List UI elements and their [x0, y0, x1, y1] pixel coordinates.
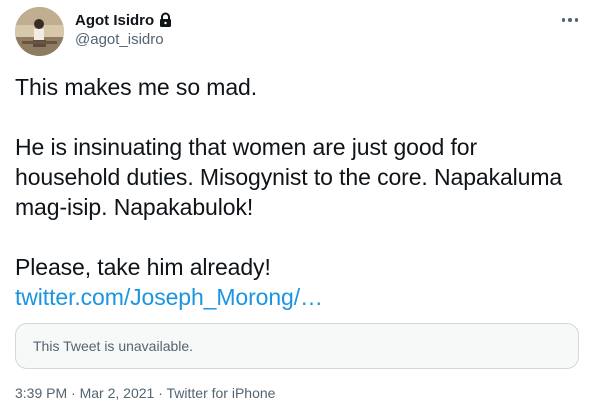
- author-info: Agot Isidro @agot_isidro: [75, 10, 173, 48]
- more-options-icon[interactable]: [558, 10, 582, 30]
- quoted-tweet-unavailable-text: This Tweet is unavailable.: [33, 338, 194, 354]
- tweet-date[interactable]: Mar 2, 2021: [80, 385, 155, 401]
- tweet-time[interactable]: 3:39 PM: [15, 385, 67, 401]
- author-display-name[interactable]: Agot Isidro: [75, 12, 154, 29]
- tweet-link[interactable]: twitter.com/Joseph_Morong/…: [15, 284, 323, 310]
- profile-photo-image: [15, 7, 64, 56]
- tweet-line-3: Please, take him already!: [15, 254, 271, 280]
- meta-separator: ·: [67, 385, 80, 401]
- tweet-source[interactable]: Twitter for iPhone: [167, 385, 276, 401]
- tweet-line-1: This makes me so mad.: [15, 74, 258, 100]
- author-handle[interactable]: @agot_isidro: [75, 31, 173, 48]
- tweet-metadata: 3:39 PM · Mar 2, 2021 · Twitter for iPho…: [15, 385, 275, 401]
- lock-icon: [158, 12, 173, 28]
- tweet-paragraph-2: He is insinuating that women are just go…: [15, 134, 569, 220]
- avatar[interactable]: [15, 7, 64, 56]
- quoted-tweet-card[interactable]: This Tweet is unavailable.: [15, 323, 579, 369]
- tweet-text: This makes me so mad. He is insinuating …: [15, 72, 575, 312]
- meta-separator: ·: [154, 385, 167, 401]
